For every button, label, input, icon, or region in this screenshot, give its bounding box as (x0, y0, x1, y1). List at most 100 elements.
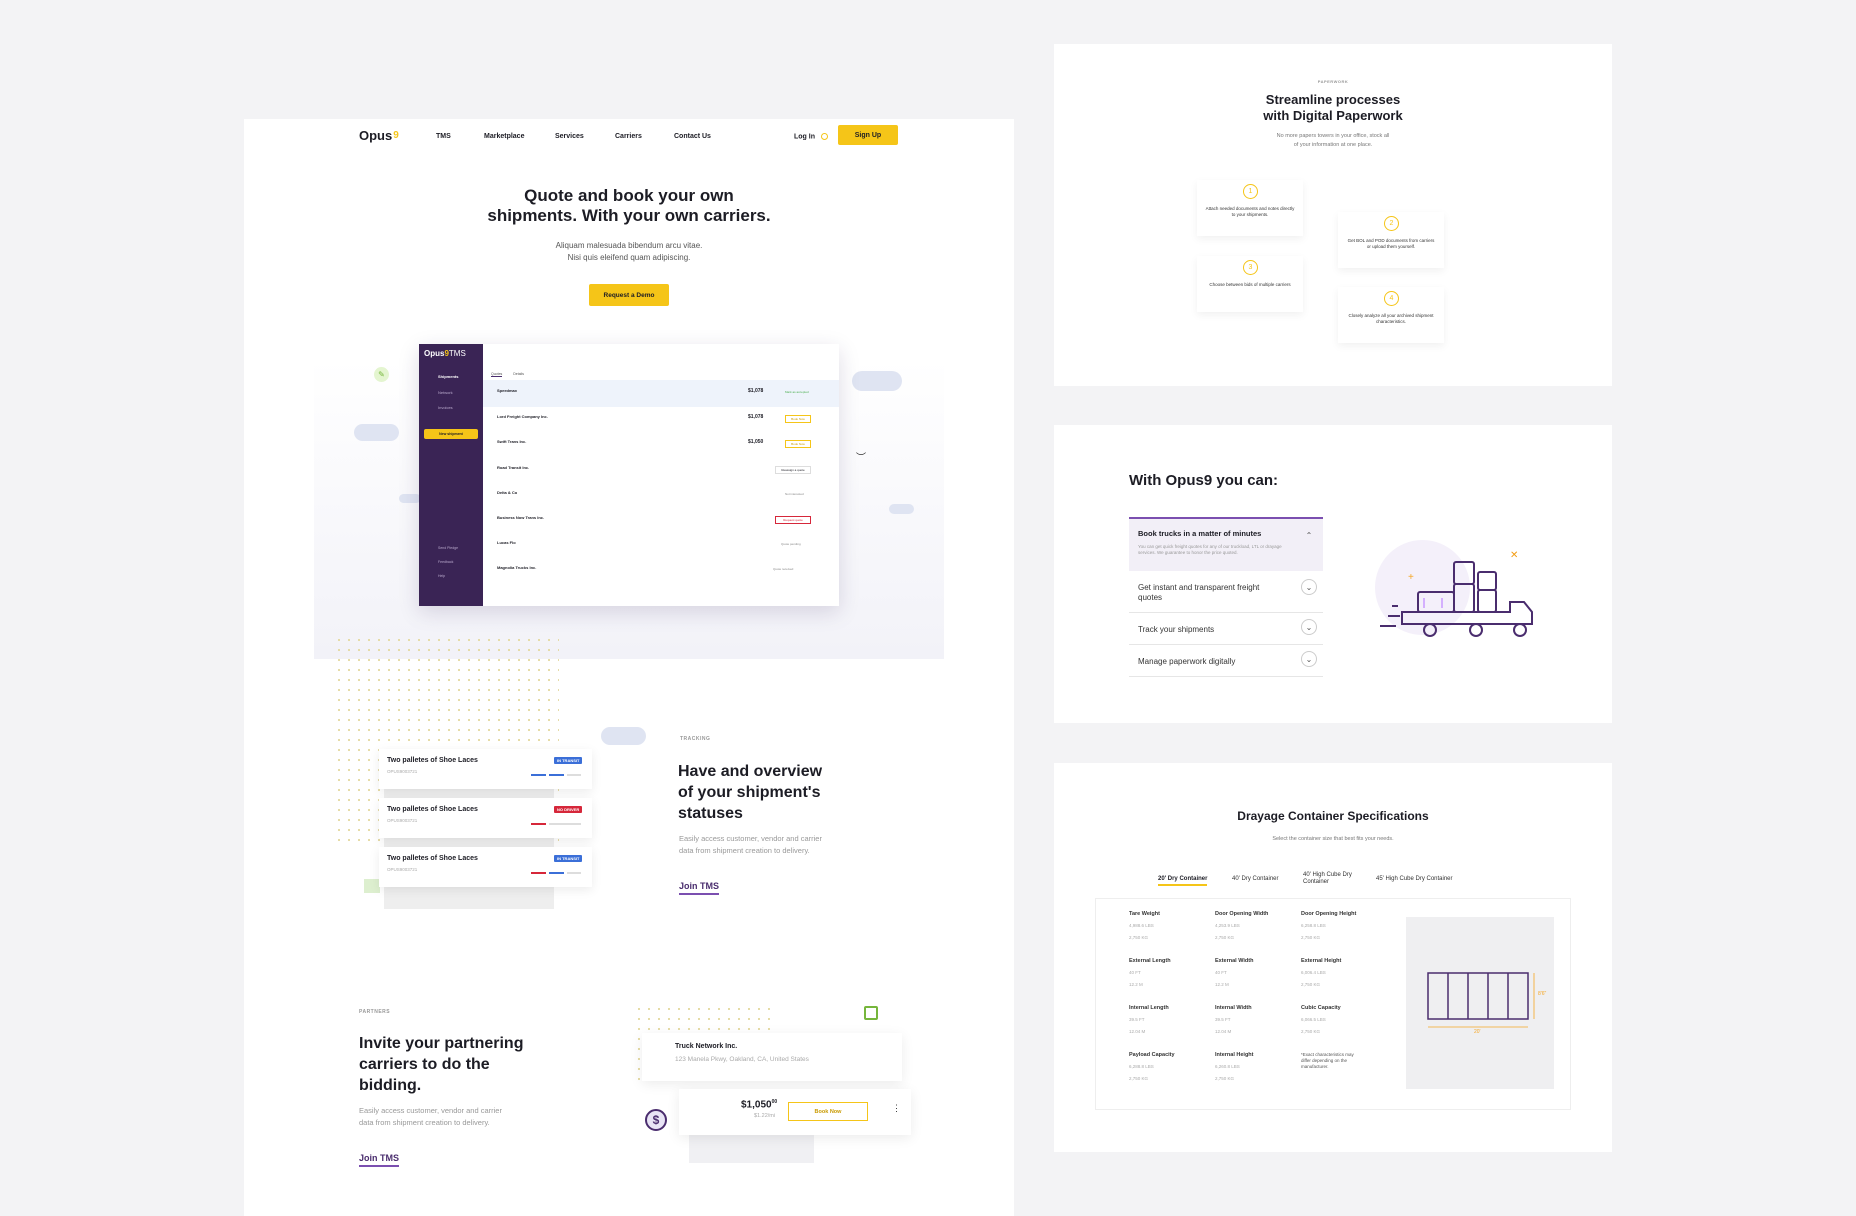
app-nav-shipments[interactable]: Shipments (438, 374, 458, 379)
dim-height: 8'6" (1538, 991, 1547, 997)
app-nav-feedback[interactable]: Feedback (438, 560, 453, 564)
cloud-icon (889, 504, 914, 514)
quote-row[interactable]: Swift Trans Inc. $1,050 Book Now (483, 435, 839, 459)
dim-width: 20' (1474, 1029, 1481, 1035)
tracking-description: Easily access customer, vendor and carri… (679, 834, 822, 855)
app-nav-pledge[interactable]: Send Pledge (438, 546, 458, 550)
container-diagram: 20' 8'6" (1406, 917, 1554, 1089)
landing-page: Opus 9 TMS Marketplace Services Carriers… (244, 119, 1014, 1216)
shipment-card[interactable]: Two palletes of Shoe Laces OPUS9003721 I… (379, 749, 592, 789)
quote-row[interactable]: Magnolia Trucks Inc. Quote received (483, 561, 839, 585)
nav-carriers[interactable]: Carriers (615, 133, 642, 140)
paperwork-title: Streamline processes with Digital Paperw… (1263, 92, 1403, 123)
container-tab[interactable]: 40' Dry Container (1232, 876, 1279, 882)
app-nav-help[interactable]: Help (438, 574, 445, 578)
user-icon (820, 133, 828, 140)
specs-card: Tare Weight 4,988.6 LBS 2,750 KG Door Op… (1095, 898, 1571, 1110)
app-mockup: Opus9TMS Shipments Network Invoices New … (419, 344, 839, 606)
chevron-down-icon[interactable]: ⌄ (1301, 579, 1317, 595)
carrier-card[interactable]: Truck Network Inc. 123 Manela Pkwy, Oakl… (642, 1033, 902, 1081)
quote-row[interactable]: Delta & Co Not interested (483, 486, 839, 510)
request-demo-button[interactable]: Request a Demo (589, 284, 669, 306)
specs-subtitle: Select the container size that best fits… (1272, 836, 1394, 842)
quote-row[interactable]: Lord Freight Company Inc. $1,078 Book No… (483, 410, 839, 434)
shipment-card[interactable]: Two palletes of Shoe Laces OPUS9003721 N… (379, 798, 592, 838)
more-menu-icon[interactable]: ⋮ (892, 1103, 901, 1114)
cloud-icon (354, 424, 399, 441)
leaf-badge-icon: ✎ (374, 367, 389, 382)
book-now-button[interactable]: Book Now (788, 1102, 868, 1121)
logo[interactable]: Opus 9 (359, 128, 399, 143)
accordion-item[interactable]: Get instant and transparent freight quot… (1129, 571, 1323, 613)
accordion-item[interactable]: Manage paperwork digitally ⌄ (1129, 645, 1323, 677)
app-tabs: Quotes Details (491, 372, 524, 377)
chevron-down-icon[interactable]: ⌄ (1301, 619, 1317, 635)
paperwork-subtitle: No more papers towers in your office, st… (1276, 133, 1390, 148)
chevron-down-icon[interactable]: ⌄ (1301, 651, 1317, 667)
app-nav-invoices[interactable]: Invoices (438, 405, 453, 410)
join-tms-link[interactable]: Join TMS (679, 876, 719, 895)
new-shipment-button[interactable]: New shipment (424, 429, 478, 439)
partners-eyebrow: PARTNERS (359, 1009, 391, 1015)
quote-row[interactable]: Speedmax $1,078 Mark as accepted (483, 380, 839, 407)
status-badge: IN TRANSIT (554, 855, 583, 862)
login-link[interactable]: Log In (794, 133, 828, 140)
partners-join-tms-link[interactable]: Join TMS (359, 1148, 399, 1167)
specs-section: Drayage Container Specifications Select … (1054, 763, 1612, 1152)
step-card: 1 Attach needed documents and notes dire… (1197, 180, 1303, 236)
svg-text:+: + (1408, 572, 1414, 583)
tab-quotes[interactable]: Quotes (491, 372, 503, 377)
status-badge: NO DRIVER (554, 806, 583, 813)
features-title: With Opus9 you can: (1129, 472, 1279, 489)
cloud-icon (601, 727, 646, 745)
svg-text:✕: ✕ (1510, 550, 1518, 561)
status-badge: IN TRANSIT (554, 757, 583, 764)
container-tab[interactable]: 45' High Cube Dry Container (1376, 876, 1453, 882)
nav-marketplace[interactable]: Marketplace (484, 133, 524, 140)
cloud-icon (399, 494, 421, 503)
partners-title: Invite your partnering carriers to do th… (359, 1035, 524, 1094)
container-tab[interactable]: 20' Dry Container (1158, 876, 1208, 886)
progress-bar (531, 823, 581, 825)
quote-row[interactable]: Road Transit Inc. Reassign a quote (483, 461, 839, 485)
container-tab[interactable]: 40' High Cube Dry Container (1303, 872, 1367, 885)
progress-bar (531, 872, 581, 874)
app-nav-network[interactable]: Network (438, 390, 453, 395)
container-drawing (1427, 972, 1535, 1028)
quote-row[interactable]: Lucas Flo Quote pending (483, 536, 839, 560)
dollar-coin-icon: $ (645, 1109, 667, 1131)
tab-details[interactable]: Details (513, 372, 524, 376)
shipment-card[interactable]: Two palletes of Shoe Laces OPUS9003721 I… (379, 847, 592, 887)
step-card: 2 Get BOL and POD documents from carrier… (1338, 212, 1444, 268)
bird-icon: ︶ (856, 453, 866, 464)
bid-price: $1,05000 (741, 1099, 778, 1111)
accordion-item[interactable]: Track your shipments ⌄ (1129, 613, 1323, 645)
tracking-title: Have and overview of your shipment's sta… (678, 763, 823, 822)
speech-bubble-icon (364, 879, 380, 893)
paperwork-eyebrow: PAPERWORK (1317, 79, 1349, 84)
hero-subtitle: Aliquam malesuada bibendum arcu vitae. N… (555, 241, 703, 263)
chevron-up-icon[interactable]: ⌃ (1301, 527, 1317, 543)
nav-tms[interactable]: TMS (436, 133, 451, 140)
tracking-eyebrow: TRACKING (680, 736, 711, 742)
nav-contact[interactable]: Contact Us (674, 133, 711, 140)
step-card: 4 Closely analyze all your archived ship… (1338, 287, 1444, 343)
step-card: 3 Choose between bids of multiple carrie… (1197, 256, 1303, 312)
truck-icon: ✕ + (1380, 550, 1533, 637)
app-logo: Opus9TMS (424, 349, 466, 358)
nav-services[interactable]: Services (555, 133, 584, 140)
partners-description: Easily access customer, vendor and carri… (359, 1106, 502, 1127)
progress-bar (531, 774, 581, 776)
logo-pin-icon: 9 (393, 130, 399, 141)
cloud-icon (852, 371, 902, 391)
signup-button[interactable]: Sign Up (838, 125, 898, 145)
specs-title: Drayage Container Specifications (1237, 809, 1429, 823)
app-sidebar: Opus9TMS Shipments Network Invoices New … (419, 344, 483, 606)
box-icon (864, 1006, 878, 1020)
hero-title: Quote and book your own shipments. With … (487, 186, 771, 226)
bid-card[interactable]: $1,05000 $1.22/mi Book Now ⋮ (679, 1089, 911, 1135)
quotes-list: Speedmax $1,078 Mark as accepted Lord Fr… (483, 380, 839, 598)
paperwork-section: PAPERWORK Streamline processes with Digi… (1054, 44, 1612, 386)
quote-row[interactable]: Business Now Trans Inc. Request quote (483, 511, 839, 535)
accordion-item-active[interactable]: Book trucks in a matter of minutes You c… (1129, 517, 1323, 571)
